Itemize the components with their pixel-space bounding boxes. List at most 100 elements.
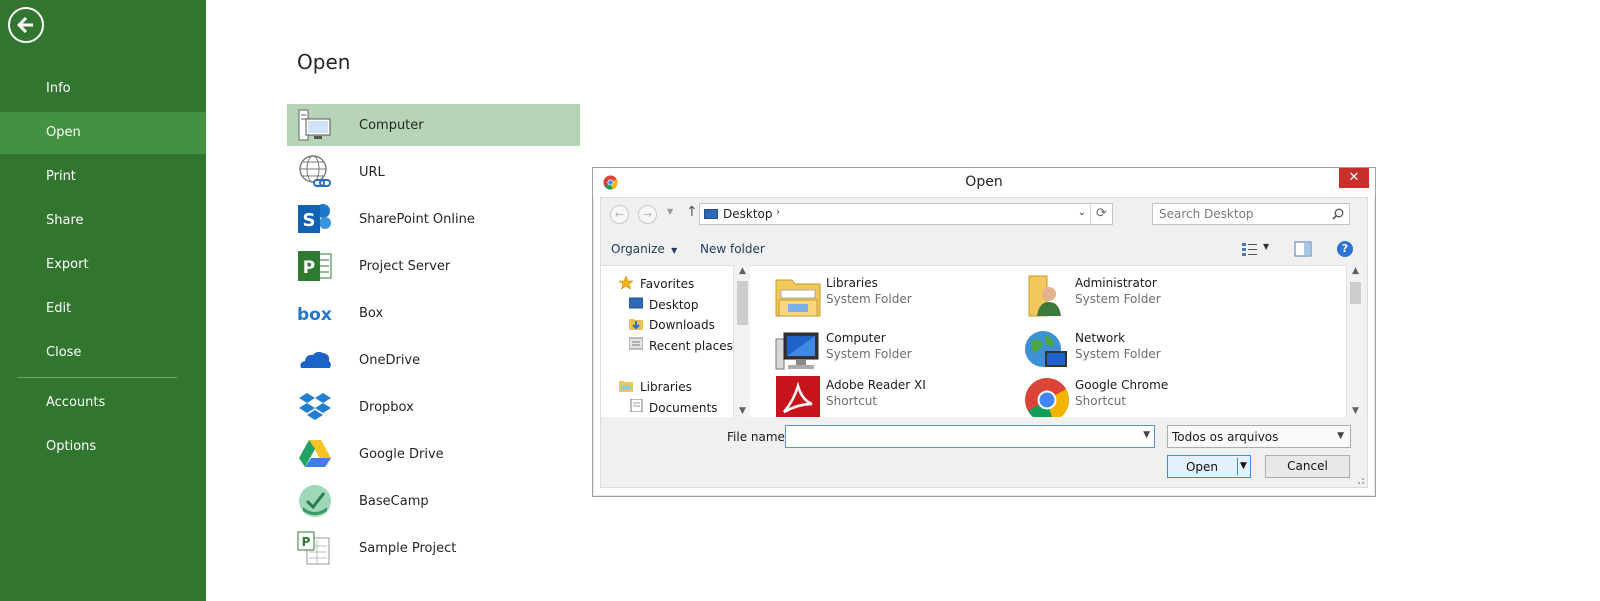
file-type-filter-select[interactable]: Todos os arquivos ▼ <box>1167 425 1351 448</box>
file-item-adobe-reader-xi[interactable]: Adobe Reader XI Shortcut <box>774 374 1014 417</box>
tree-item-libraries[interactable]: Libraries <box>640 380 692 394</box>
scroll-up-arrow-icon[interactable]: ▲ <box>734 266 751 276</box>
svg-text:P: P <box>303 258 315 278</box>
file-item-google-chrome[interactable]: Google Chrome Shortcut <box>1023 374 1263 417</box>
place-label: Computer <box>359 118 424 133</box>
place-project-server[interactable]: P Project Server <box>287 245 580 287</box>
file-item-libraries[interactable]: Libraries System Folder <box>774 272 1014 322</box>
place-label: URL <box>359 165 385 180</box>
place-basecamp[interactable]: BaseCamp <box>287 480 580 522</box>
address-bar[interactable]: Desktop › ⌄ ⟳ <box>699 203 1113 225</box>
place-label: Google Drive <box>359 447 444 462</box>
dialog-close-button[interactable]: ✕ <box>1339 168 1369 188</box>
svg-text:S: S <box>303 210 316 231</box>
place-dropbox[interactable]: Dropbox <box>287 386 580 428</box>
file-name: Google Chrome <box>1075 378 1169 392</box>
nav-item-print[interactable]: Print <box>0 156 206 198</box>
place-label: Box <box>359 306 384 321</box>
split-divider <box>1237 458 1238 475</box>
place-url[interactable]: URL <box>287 151 580 193</box>
chrome-icon <box>1025 378 1069 417</box>
nav-item-export[interactable]: Export <box>0 244 206 286</box>
nav-item-accounts[interactable]: Accounts <box>0 382 206 424</box>
nav-item-share[interactable]: Share <box>0 200 206 242</box>
nav-divider <box>17 377 177 378</box>
scroll-down-arrow-icon[interactable]: ▼ <box>1347 406 1364 416</box>
place-onedrive[interactable]: OneDrive <box>287 339 580 381</box>
place-sample-project[interactable]: P Sample Project <box>287 527 580 569</box>
file-type: Shortcut <box>1075 394 1127 408</box>
preview-pane-icon[interactable] <box>1294 241 1312 257</box>
new-folder-button[interactable]: New folder <box>700 242 765 256</box>
navigation-pane-scrollbar[interactable]: ▲ ▼ <box>733 265 750 417</box>
basecamp-icon <box>299 485 331 517</box>
dialog-title: Open <box>965 174 1003 190</box>
tree-item-downloads[interactable]: Downloads <box>649 318 715 332</box>
libraries-icon <box>619 381 633 392</box>
tree-item-desktop[interactable]: Desktop <box>649 298 699 312</box>
tree-item-recent-places[interactable]: Recent places <box>649 339 733 353</box>
file-name-input[interactable] <box>789 429 1129 443</box>
nav-item-close[interactable]: Close <box>0 332 206 374</box>
forward-nav-button[interactable]: → <box>638 205 657 224</box>
file-list-scrollbar[interactable]: ▲ ▼ <box>1346 265 1363 417</box>
svg-text:P: P <box>302 535 311 549</box>
organize-button[interactable]: Organize ▼ <box>611 242 677 256</box>
dropbox-icon <box>299 393 331 420</box>
desktop-icon <box>629 297 643 309</box>
back-button[interactable] <box>8 7 44 43</box>
chevron-down-icon[interactable]: ▼ <box>1143 430 1150 440</box>
resize-grip-icon[interactable] <box>1355 475 1365 485</box>
desktop-icon <box>704 209 718 219</box>
organize-label: Organize <box>611 242 665 256</box>
file-name: Computer <box>826 331 886 345</box>
place-sharepoint-online[interactable]: S SharePoint Online <box>287 198 580 240</box>
box-icon: box <box>297 305 332 325</box>
nav-item-options[interactable]: Options <box>0 426 206 468</box>
project-server-icon: P <box>298 251 332 281</box>
up-folder-button[interactable]: ↑ <box>686 204 698 220</box>
scrollbar-thumb[interactable] <box>1350 282 1361 304</box>
open-options-dropdown-icon[interactable]: ▼ <box>1240 461 1247 471</box>
recent-locations-dropdown[interactable]: ▼ <box>667 207 673 216</box>
file-type: System Folder <box>1075 292 1161 306</box>
dialog-body: ← → ▼ ↑ Desktop › ⌄ ⟳ Organize ▼ New fol… <box>600 197 1368 488</box>
search-input[interactable] <box>1159 207 1323 221</box>
dialog-titlebar[interactable]: Open ✕ <box>593 168 1375 196</box>
file-type: System Folder <box>826 347 912 361</box>
place-box[interactable]: box Box <box>287 292 580 334</box>
change-view-icon[interactable] <box>1241 241 1259 257</box>
address-location[interactable]: Desktop <box>723 207 773 221</box>
file-name: Adobe Reader XI <box>826 378 926 392</box>
chevron-right-icon[interactable]: › <box>776 207 780 218</box>
view-options-dropdown[interactable]: ▼ <box>1263 242 1269 251</box>
tree-item-favorites[interactable]: Favorites <box>640 277 694 291</box>
nav-item-edit[interactable]: Edit <box>0 288 206 330</box>
scroll-up-arrow-icon[interactable]: ▲ <box>1347 266 1364 276</box>
place-computer[interactable]: Computer <box>287 104 580 146</box>
tree-item-documents[interactable]: Documents <box>649 401 717 415</box>
cancel-button[interactable]: Cancel <box>1265 455 1350 478</box>
documents-icon <box>630 399 643 412</box>
file-item-network[interactable]: Network System Folder <box>1023 327 1263 377</box>
downloads-icon <box>629 319 643 330</box>
libraries-folder-icon <box>775 279 821 317</box>
place-label: SharePoint Online <box>359 212 475 227</box>
address-history-dropdown[interactable]: ⌄ <box>1078 207 1086 218</box>
file-item-administrator[interactable]: Administrator System Folder <box>1023 272 1263 322</box>
file-type: System Folder <box>826 292 912 306</box>
search-icon[interactable] <box>1332 208 1344 220</box>
scrollbar-thumb[interactable] <box>737 281 748 325</box>
refresh-button[interactable]: ⟳ <box>1090 204 1112 224</box>
place-google-drive[interactable]: Google Drive <box>287 433 580 475</box>
recent-places-icon <box>629 337 643 350</box>
file-type: Shortcut <box>826 394 878 408</box>
file-item-computer[interactable]: Computer System Folder <box>774 327 1014 377</box>
help-icon[interactable]: ? <box>1337 241 1353 257</box>
open-button[interactable]: Open ▼ <box>1167 455 1251 478</box>
scroll-down-arrow-icon[interactable]: ▼ <box>734 406 751 416</box>
place-label: BaseCamp <box>359 494 429 509</box>
back-nav-button[interactable]: ← <box>610 205 629 224</box>
nav-item-info[interactable]: Info <box>0 68 206 110</box>
nav-item-open[interactable]: Open <box>0 112 206 154</box>
